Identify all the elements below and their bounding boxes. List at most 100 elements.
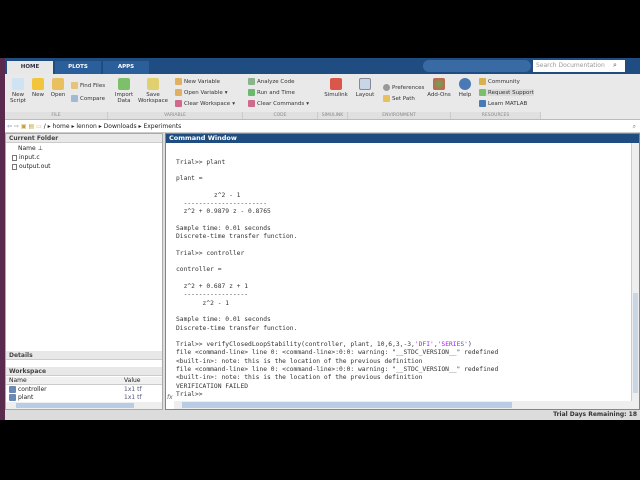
analyze-code-icon [248, 78, 255, 85]
tf-variable-icon [9, 386, 16, 393]
command-prompt[interactable]: Trial>> [176, 391, 626, 399]
fx-icon[interactable]: fx [167, 394, 173, 401]
command-window-hscrollbar[interactable] [174, 401, 639, 409]
add-ons-icon [433, 78, 445, 90]
tab-apps[interactable]: APPS [103, 61, 149, 74]
tab-plots[interactable]: PLOTS [55, 61, 101, 74]
command-line: z^2 - 1 [176, 191, 241, 199]
command-line: plant = [176, 175, 203, 183]
open-variable-icon [175, 89, 182, 96]
command-window[interactable]: Command Window Trial>> plant plant = z^2 … [165, 133, 640, 410]
command-line [176, 308, 626, 316]
clear-workspace-button[interactable]: Clear Workspace ▾ [175, 100, 235, 107]
new-variable-button[interactable]: New Variable [175, 78, 220, 85]
command-line: VERIFICATION FAILED [176, 382, 249, 390]
simulink-button[interactable]: Simulink [323, 78, 349, 98]
learn-matlab-button[interactable]: Learn MATLAB [479, 100, 527, 107]
command-line: Trial>> controller [176, 249, 245, 257]
command-line: Sample time: 0.01 seconds [176, 224, 271, 232]
path-downloads[interactable]: Downloads [104, 123, 137, 130]
browse-folder-icon[interactable]: ▤ [29, 123, 35, 130]
search-icon[interactable]: ⌕ [613, 61, 617, 70]
name-column-header[interactable]: Name ⊥ [18, 145, 43, 152]
command-line: controller = [176, 266, 222, 274]
new-variable-icon [175, 78, 182, 85]
path-home[interactable]: home [53, 123, 70, 130]
learn-matlab-icon [479, 100, 486, 107]
path-experiments[interactable]: Experiments [143, 123, 181, 130]
file-icon [12, 163, 17, 170]
workspace-row[interactable]: plant 1x1 tf [9, 394, 159, 401]
preferences-button[interactable]: Preferences [383, 84, 424, 91]
section-file: FILE [5, 112, 108, 119]
address-bar[interactable]: ⇦ ⇨ ▣ ▤ ▭ / ▸ home ▸ lennon ▸ Downloads … [5, 120, 640, 133]
section-resources: RESOURCES [451, 112, 541, 119]
folder-icon: ▭ [36, 123, 42, 130]
command-output: Trial>> plant plant = z^2 - 1 -----------… [176, 142, 626, 399]
command-line: file <command-line> line 0: <command-lin… [176, 366, 499, 374]
layout-button[interactable]: Layout [355, 78, 375, 98]
command-line: Trial>> plant [176, 158, 226, 166]
tab-home[interactable]: HOME [7, 61, 53, 74]
run-and-time-button[interactable]: Run and Time [248, 89, 295, 96]
save-workspace-icon [147, 78, 159, 90]
command-line [176, 217, 626, 225]
details-header[interactable]: Details [6, 351, 162, 360]
new-button[interactable]: New [30, 78, 46, 98]
find-files-button[interactable]: Find Files [71, 82, 105, 89]
command-line: ----------------- [176, 291, 249, 299]
command-line: ---------------------- [176, 200, 267, 208]
clear-commands-button[interactable]: Clear Commands ▾ [248, 100, 309, 107]
command-line [176, 333, 626, 341]
command-line: z^2 + 0.9879 z - 0.8765 [176, 208, 271, 216]
run-and-time-icon [248, 89, 255, 96]
gear-icon [383, 84, 390, 91]
command-line: Discrete-time transfer function. [176, 233, 298, 241]
open-button[interactable]: Open [49, 78, 67, 98]
workspace-value-header[interactable]: Value [124, 377, 140, 384]
new-script-button[interactable]: New Script [8, 78, 28, 104]
workspace-name-header[interactable]: Name [9, 377, 27, 384]
back-icon[interactable]: ⇦ [7, 123, 12, 130]
path-root[interactable]: / [44, 123, 46, 130]
analyze-code-button[interactable]: Analyze Code [248, 78, 295, 85]
plus-icon [32, 78, 44, 90]
layout-icon [359, 78, 371, 90]
command-window-vscrollbar[interactable] [631, 143, 639, 401]
open-variable-button[interactable]: Open Variable ▾ [175, 89, 227, 96]
file-item[interactable]: input.c [12, 154, 40, 161]
community-button[interactable]: Community [479, 78, 520, 85]
save-workspace-button[interactable]: Save Workspace [138, 78, 168, 104]
help-button[interactable]: Help [457, 78, 473, 98]
request-support-button[interactable]: Request Support [479, 89, 534, 96]
import-data-button[interactable]: Import Data [113, 78, 135, 104]
search-folder-icon[interactable]: ⌕ [633, 120, 636, 133]
command-line [176, 275, 626, 283]
command-line: <built-in>: note: this is the location o… [176, 374, 423, 382]
up-folder-icon[interactable]: ▣ [21, 123, 27, 130]
section-environment: ENVIRONMENT [348, 112, 451, 119]
clear-commands-icon [248, 100, 255, 107]
command-line: <built-in>: note: this is the location o… [176, 357, 423, 365]
verify-command-line: Trial>> verifyClosedLoopStability(contro… [176, 341, 472, 349]
command-line [176, 242, 626, 250]
toolstrip-tabs: HOME PLOTS APPS Search Documentation ⌕ [5, 58, 640, 74]
simulink-icon [330, 78, 342, 90]
path-lennon[interactable]: lennon [76, 123, 96, 130]
workspace-hscrollbar[interactable] [6, 402, 162, 409]
ribbon: New Script New Open Find Files Compare I… [5, 74, 640, 120]
compare-button[interactable]: Compare [71, 95, 105, 102]
command-line: z^2 - 1 [176, 299, 230, 307]
command-line: Sample time: 0.01 seconds [176, 316, 271, 324]
community-icon [479, 78, 486, 85]
workspace-row[interactable]: controller 1x1 tf [9, 386, 159, 393]
section-simulink: SIMULINK [318, 112, 348, 119]
file-item[interactable]: output.out [12, 163, 51, 170]
add-ons-button[interactable]: Add-Ons [427, 78, 451, 98]
search-documentation-input[interactable]: Search Documentation [533, 60, 625, 72]
set-path-button[interactable]: Set Path [383, 95, 415, 102]
workspace-header: Workspace [6, 367, 162, 376]
new-script-icon [12, 78, 24, 90]
forward-icon[interactable]: ⇨ [14, 123, 19, 130]
quick-access-toolbar[interactable] [423, 60, 531, 72]
